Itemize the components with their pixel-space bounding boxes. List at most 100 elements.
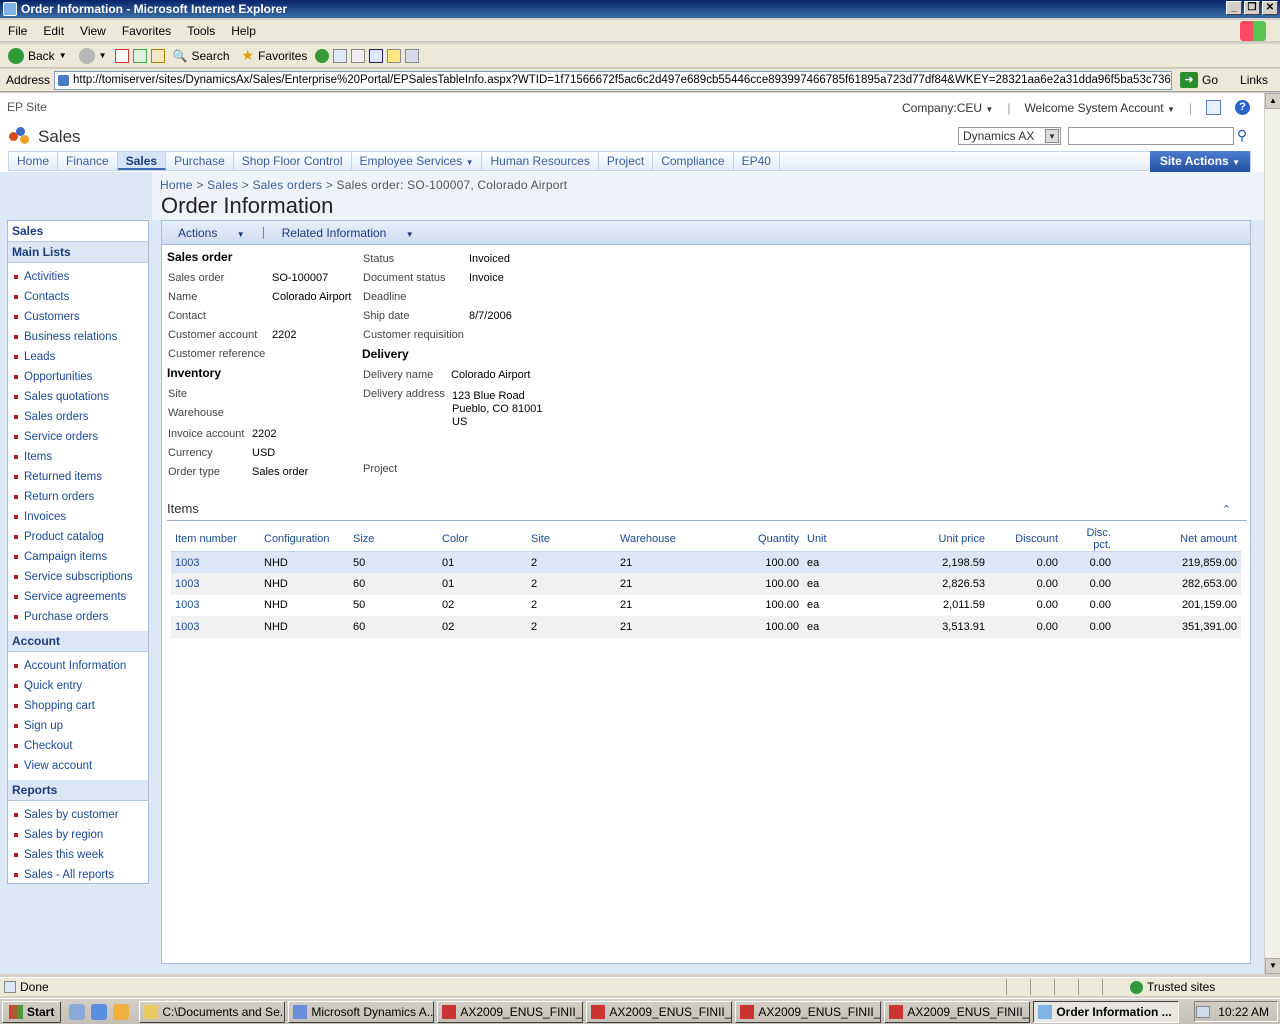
nav-item-return-orders[interactable]: Return orders	[8, 487, 148, 507]
tab-ep40[interactable]: EP40	[734, 152, 780, 170]
reports-header[interactable]: Reports	[8, 780, 148, 801]
vertical-scrollbar[interactable]: ▲ ▼	[1264, 93, 1280, 974]
welcome-menu[interactable]: Welcome System Account ▼	[1024, 101, 1174, 115]
taskbar-button[interactable]: C:\Documents and Se...	[139, 1000, 286, 1023]
tab-compliance[interactable]: Compliance	[653, 152, 734, 170]
messenger-icon[interactable]	[405, 48, 420, 63]
nav-item-product-catalog[interactable]: Product catalog	[8, 527, 148, 547]
site-title[interactable]: Sales	[38, 127, 81, 147]
col-discount[interactable]: Discount	[989, 527, 1062, 552]
note-icon[interactable]	[387, 48, 402, 63]
menu-edit[interactable]: Edit	[35, 24, 72, 38]
my-site-icon[interactable]	[1206, 100, 1221, 115]
home-icon[interactable]	[150, 48, 165, 63]
history-icon[interactable]	[315, 48, 330, 63]
breadcrumb-sales[interactable]: Sales	[207, 178, 238, 192]
taskbar-button[interactable]: AX2009_ENUS_FINII_...	[586, 1000, 733, 1023]
stop-icon[interactable]	[114, 48, 129, 63]
cell-item-number[interactable]: 1003	[171, 595, 260, 617]
print-icon[interactable]	[351, 48, 366, 63]
tab-finance[interactable]: Finance	[58, 152, 118, 170]
network-icon[interactable]	[1196, 1005, 1211, 1018]
scroll-down-icon[interactable]: ▼	[1265, 958, 1280, 974]
search-input[interactable]	[1068, 127, 1234, 145]
account-header[interactable]: Account	[8, 631, 148, 652]
nav-item-sales-orders[interactable]: Sales orders	[8, 407, 148, 427]
taskbar-button[interactable]: AX2009_ENUS_FINII_...	[735, 1000, 882, 1023]
col-unit-price[interactable]: Unit price	[863, 527, 989, 552]
nav-item-account-information[interactable]: Account Information	[8, 656, 148, 676]
breadcrumb-home[interactable]: Home	[160, 178, 193, 192]
taskbar-button[interactable]: Order Information ...	[1033, 1000, 1180, 1023]
close-button[interactable]: ✕	[1262, 1, 1278, 15]
col-unit[interactable]: Unit	[803, 527, 863, 552]
nav-item-campaign-items[interactable]: Campaign items	[8, 547, 148, 567]
site-name[interactable]: EP Site	[7, 100, 47, 114]
search-button[interactable]: 🔍 Search	[169, 49, 234, 63]
col-item-number[interactable]: Item number	[171, 527, 260, 552]
minimize-button[interactable]: _	[1226, 1, 1242, 15]
nav-item-quick-entry[interactable]: Quick entry	[8, 676, 148, 696]
nav-item-customers[interactable]: Customers	[8, 307, 148, 327]
actions-menu[interactable]: Actions ▼	[162, 226, 261, 240]
nav-item-items[interactable]: Items	[8, 447, 148, 467]
links-button[interactable]: Links	[1240, 73, 1268, 87]
nav-item-service-subscriptions[interactable]: Service subscriptions	[8, 567, 148, 587]
taskbar-button[interactable]: AX2009_ENUS_FINII_...	[884, 1000, 1031, 1023]
tab-human-resources[interactable]: Human Resources	[482, 152, 599, 170]
back-button[interactable]: Back ▼	[4, 47, 71, 64]
nav-item-sign-up[interactable]: Sign up	[8, 716, 148, 736]
nav-item-business-relations[interactable]: Business relations	[8, 327, 148, 347]
nav-item-sales-by-customer[interactable]: Sales by customer	[8, 805, 148, 825]
nav-item-purchase-orders[interactable]: Purchase orders	[8, 607, 148, 627]
tab-sales[interactable]: Sales	[117, 152, 167, 170]
taskbar-button[interactable]: AX2009_ENUS_FINII_...	[437, 1000, 584, 1023]
restore-button[interactable]: ❐	[1244, 1, 1260, 15]
tab-home[interactable]: Home	[9, 152, 59, 170]
word-icon[interactable]	[369, 48, 384, 63]
tab-shop-floor-control[interactable]: Shop Floor Control	[234, 152, 352, 170]
table-row[interactable]: 1003 NHD 60 02 2 21 100.00 ea 3,513.91 0.00 0.00 35…	[171, 616, 1241, 638]
refresh-icon[interactable]	[132, 48, 147, 63]
col-site[interactable]: Site	[527, 527, 616, 552]
quicklaunch-sales-header[interactable]: Sales	[8, 221, 148, 242]
nav-item-returned-items[interactable]: Returned items	[8, 467, 148, 487]
menu-view[interactable]: View	[72, 24, 114, 38]
nav-item-sales-this-week[interactable]: Sales this week	[8, 845, 148, 865]
forward-button[interactable]: ▼	[75, 47, 111, 64]
nav-item-checkout[interactable]: Checkout	[8, 736, 148, 756]
col-color[interactable]: Color	[438, 527, 527, 552]
col-configuration[interactable]: Configuration	[260, 527, 349, 552]
mail-icon[interactable]	[333, 48, 348, 63]
company-selector[interactable]: Company:CEU ▼	[902, 101, 993, 115]
menu-favorites[interactable]: Favorites	[114, 24, 179, 38]
menu-help[interactable]: Help	[223, 24, 264, 38]
scroll-up-icon[interactable]: ▲	[1265, 93, 1280, 109]
favorites-button[interactable]: ★ Favorites	[238, 47, 312, 64]
nav-item-sales-by-region[interactable]: Sales by region	[8, 825, 148, 845]
tab-employee-services[interactable]: Employee Services ▼	[352, 152, 483, 170]
nav-item-shopping-cart[interactable]: Shopping cart	[8, 696, 148, 716]
col-size[interactable]: Size	[349, 527, 438, 552]
help-icon[interactable]: ?	[1235, 100, 1250, 115]
search-go-icon[interactable]: ⚲	[1233, 127, 1251, 145]
col-net-amount[interactable]: Net amount	[1115, 527, 1241, 552]
nav-item-invoices[interactable]: Invoices	[8, 507, 148, 527]
nav-item-opportunities[interactable]: Opportunities	[8, 367, 148, 387]
nav-item-sales-all-reports[interactable]: Sales - All reports	[8, 865, 148, 885]
nav-item-leads[interactable]: Leads	[8, 347, 148, 367]
table-row[interactable]: 1003 NHD 50 02 2 21 100.00 ea 2,011.59 0.00 0.00 20…	[171, 595, 1241, 617]
site-actions-button[interactable]: Site Actions ▼	[1149, 151, 1250, 172]
nav-item-service-orders[interactable]: Service orders	[8, 427, 148, 447]
outlook-icon[interactable]	[113, 1003, 130, 1020]
col-disc-pct[interactable]: Disc. pct.	[1062, 527, 1115, 552]
nav-item-contacts[interactable]: Contacts	[8, 287, 148, 307]
search-scope-select[interactable]: Dynamics AX ▼	[958, 127, 1061, 145]
address-input[interactable]: http://tomiserver/sites/DynamicsAx/Sales…	[54, 70, 1173, 90]
menu-file[interactable]: File	[0, 24, 35, 38]
col-warehouse[interactable]: Warehouse	[616, 527, 706, 552]
tab-project[interactable]: Project	[599, 152, 654, 170]
ie-quicklaunch-icon[interactable]	[69, 1003, 86, 1020]
cell-item-number[interactable]: 1003	[171, 551, 260, 573]
menu-tools[interactable]: Tools	[179, 24, 223, 38]
